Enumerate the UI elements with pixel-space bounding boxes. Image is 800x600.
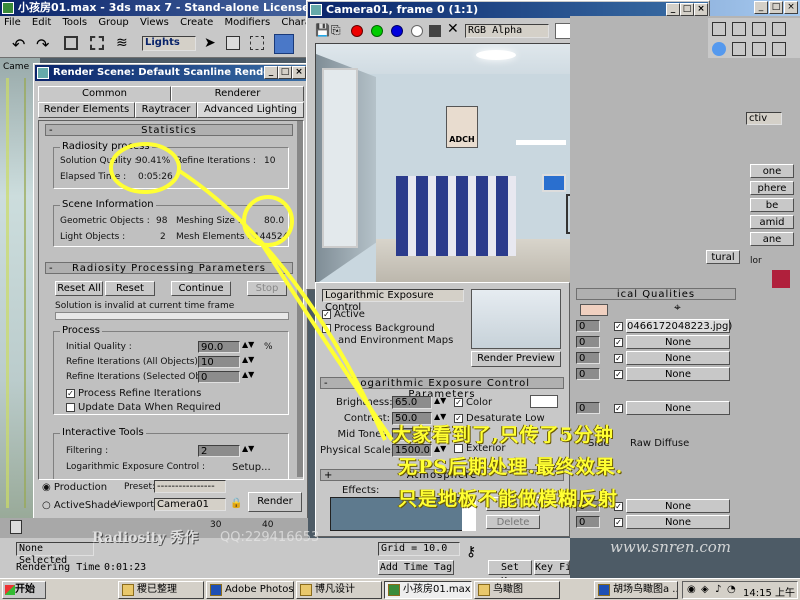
task-5-label: 鸟瞰图 <box>493 584 523 595</box>
image-icon <box>598 584 610 596</box>
watermark-left: Radiosity 秀作 <box>92 530 199 546</box>
annotation-line-1 <box>176 168 387 441</box>
tray-icon-3[interactable]: ◔ <box>727 584 736 595</box>
task-2[interactable]: Adobe Photos... <box>206 581 294 599</box>
task-4-active[interactable]: 小孩房01.max... <box>384 581 472 599</box>
watermark-qq: QQ:229416653 <box>220 530 320 545</box>
task-3[interactable]: 博凡设计 <box>296 581 382 599</box>
task-3-label: 博凡设计 <box>315 584 355 595</box>
caption-line-1: 大家看到了,只传了5分钟 <box>392 424 614 446</box>
caption-line-2: 无PS后期处理.最终效果. <box>398 456 624 478</box>
annotation-line-2 <box>260 242 394 442</box>
speaker-icon[interactable]: ♪ <box>715 584 721 595</box>
taskbar: 开始 稷已整理 Adobe Photos... 博凡设计 小孩房01.max..… <box>0 578 800 600</box>
start-button[interactable]: 开始 <box>2 581 46 599</box>
max-icon <box>388 584 400 596</box>
tray-icon-2[interactable]: ◈ <box>701 584 709 595</box>
annotation-circle-stats <box>109 142 181 194</box>
task-1-label: 稷已整理 <box>137 584 177 595</box>
folder-icon <box>478 584 490 596</box>
annotation-circle-mesh <box>242 195 294 247</box>
start-label: 开始 <box>15 584 35 595</box>
folder-icon <box>300 584 312 596</box>
folder-icon <box>122 584 134 596</box>
clock: 14:15 上午 <box>743 588 795 599</box>
windows-logo-icon <box>5 585 15 595</box>
watermark-site: www.snren.com <box>610 538 731 556</box>
photoshop-icon <box>210 584 222 596</box>
task-2-label: Adobe Photos... <box>225 584 294 595</box>
tray-icon-1[interactable]: ◉ <box>687 584 696 595</box>
task-6[interactable]: 胡场鸟瞰图a ... <box>594 581 678 599</box>
task-1[interactable]: 稷已整理 <box>118 581 204 599</box>
task-6-label: 胡场鸟瞰图a ... <box>613 584 678 595</box>
caption-line-3: 只是地板不能做模糊反射 <box>398 488 619 510</box>
system-tray: ◉ ◈ ♪ ◔ 14:15 上午 <box>682 581 798 599</box>
task-4-label: 小孩房01.max... <box>403 584 471 595</box>
task-5[interactable]: 鸟瞰图 <box>474 581 560 599</box>
